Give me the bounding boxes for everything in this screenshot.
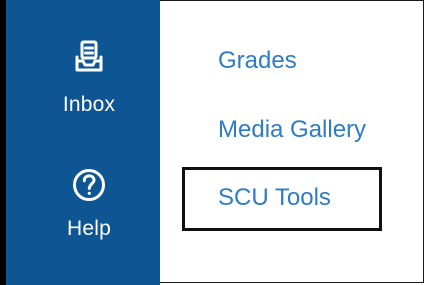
inbox-icon [74,40,104,79]
menu-link-media-gallery[interactable]: Media Gallery [218,116,366,144]
menu-link-grades[interactable]: Grades [218,47,297,75]
menu-link-scu-tools[interactable]: SCU Tools [218,184,331,212]
help-icon [72,168,106,207]
sidebar-item-label: Inbox [62,93,116,116]
global-nav-sidebar: Inbox Help [0,0,160,285]
sidebar-item-inbox[interactable]: Inbox [12,40,166,117]
sidebar-item-label: Help [67,217,111,240]
sidebar-item-help[interactable]: Help [12,168,166,241]
